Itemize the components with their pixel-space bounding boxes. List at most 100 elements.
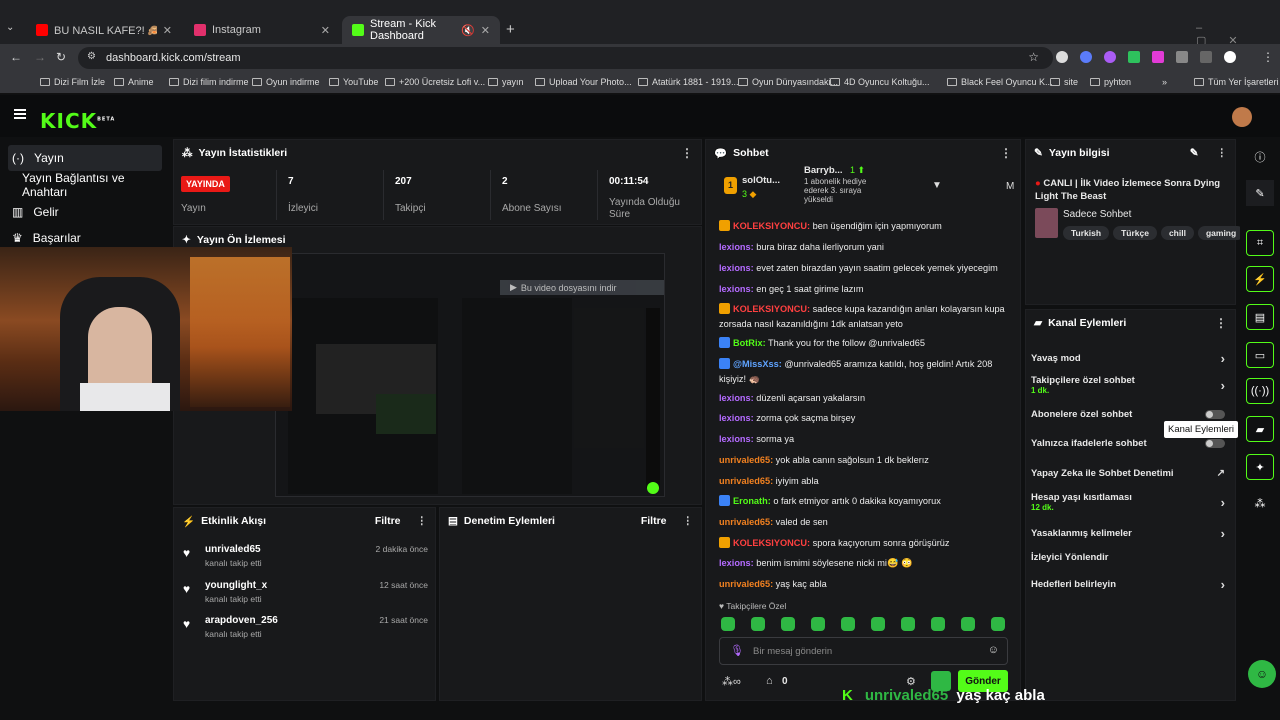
bookmarks-more-button[interactable]: » — [1162, 77, 1167, 87]
emote-icon[interactable] — [871, 617, 885, 631]
more-options-icon[interactable]: ⋮ — [681, 146, 693, 160]
emote-icon[interactable] — [961, 617, 975, 631]
emoji-icon[interactable]: ☺ — [988, 644, 999, 656]
collapse-icon[interactable]: ▼ — [932, 180, 942, 191]
chat-username[interactable]: lexions: — [719, 263, 754, 273]
emote-icon[interactable] — [901, 617, 915, 631]
bookmark-item[interactable]: Black Feel Oyuncu K... — [947, 77, 1053, 87]
browser-tab-instagram[interactable]: Instagram ✕ — [184, 16, 340, 44]
channel-action-item[interactable]: İzleyici Yönlendir — [1031, 552, 1225, 563]
browser-tab-youtube[interactable]: BU NASIL KAFE?! 🙈 Klavyeler ✕ — [26, 16, 182, 44]
microphone-icon[interactable]: 🎙 — [730, 644, 744, 657]
chat-username[interactable]: lexions: — [719, 284, 754, 294]
kick-logo[interactable]: KICKBETA — [40, 109, 115, 133]
url-field[interactable]: ⚙ dashboard.kick.com/stream ☆ — [78, 47, 1053, 69]
chat-username[interactable]: unrivaled65: — [719, 455, 773, 465]
mute-icon[interactable]: 🔇 — [461, 24, 475, 37]
chat-username[interactable]: lexions: — [719, 413, 754, 423]
gift-icon[interactable]: ⌂ — [766, 675, 773, 687]
browser-tab-kick[interactable]: Stream - Kick Dashboard 🔇 ✕ — [342, 16, 500, 44]
sidebar-item-stream-key[interactable]: Yayın Bağlantısı ve Anahtarı — [18, 171, 170, 199]
bookmark-item[interactable]: yayın — [488, 77, 524, 87]
pencil-icon[interactable]: ✎ — [1246, 180, 1274, 206]
focus-icon[interactable]: ⌗ — [1246, 230, 1274, 256]
close-icon[interactable]: ✕ — [163, 24, 172, 37]
chat-icon[interactable]: ▭ — [1246, 342, 1274, 368]
bookmark-item[interactable]: Dizi filim indirme — [169, 77, 249, 87]
subscribers-only-toggle[interactable] — [1205, 410, 1225, 419]
channel-actions-icon[interactable]: ▰ — [1246, 416, 1274, 442]
chat-username[interactable]: KOLEKSIYONCU: — [733, 221, 810, 231]
stream-preview-video[interactable]: ▶ Bu video dosyasını indir — [275, 253, 665, 497]
back-icon[interactable]: ← — [10, 50, 22, 64]
bookmark-item[interactable]: site — [1050, 77, 1078, 87]
browser-menu-icon[interactable]: ⋮ — [1262, 50, 1274, 64]
bookmark-item[interactable]: Oyun Dünyasındaki... — [738, 77, 838, 87]
chat-username[interactable]: @MissXss: — [733, 359, 782, 369]
close-icon[interactable]: ✕ — [481, 24, 490, 37]
close-icon[interactable]: ✕ — [321, 24, 330, 37]
activity-filter-button[interactable]: Filtre — [375, 515, 401, 527]
download-video-banner[interactable]: ▶ Bu video dosyasını indir — [500, 280, 664, 295]
lightning-icon[interactable]: ⚡ — [1246, 266, 1274, 292]
hamburger-menu-icon[interactable] — [14, 109, 26, 119]
moderation-filter-button[interactable]: Filtre — [641, 515, 667, 527]
channel-action-item[interactable]: Abonelere özel sohbet — [1031, 409, 1225, 420]
emote-icon[interactable] — [811, 617, 825, 631]
channel-action-item[interactable]: Yalnızca ifadelerle sohbet — [1031, 438, 1225, 449]
bookmark-item[interactable]: Anime — [114, 77, 154, 87]
chat-username[interactable]: lexions: — [719, 434, 754, 444]
channel-action-item[interactable]: Hesap yaşı kısıtlaması 12 dk. › — [1031, 492, 1225, 512]
all-bookmarks[interactable]: Tüm Yer İşaretleri — [1194, 77, 1279, 87]
chat-username[interactable]: unrivaled65: — [719, 579, 773, 589]
emote-icon[interactable] — [991, 617, 1005, 631]
sidebar-item-stream[interactable]: (·) Yayın — [8, 145, 162, 171]
wrench-icon[interactable]: ✦ — [1246, 454, 1274, 480]
more-options-icon[interactable]: ⋮ — [683, 515, 694, 527]
more-options-icon[interactable]: ⋮ — [1215, 316, 1227, 330]
chat-username[interactable]: lexions: — [719, 393, 754, 403]
share-icon[interactable]: ⁂ — [1246, 490, 1274, 516]
channel-action-item[interactable]: Takipçilere özel sohbet 1 dk. › — [1031, 375, 1225, 395]
bookmark-item[interactable]: YouTube — [329, 77, 378, 87]
support-button[interactable]: ☺ — [1248, 660, 1276, 688]
edit-icon[interactable]: ✎ — [1190, 147, 1199, 159]
channel-action-item[interactable]: Yavaş mod › — [1031, 351, 1225, 366]
more-options-icon[interactable]: ⋮ — [417, 515, 428, 527]
bookmark-item[interactable]: 4D Oyuncu Koltuğu... — [830, 77, 930, 87]
chat-username[interactable]: lexions: — [719, 242, 754, 252]
document-icon[interactable]: ▤ — [1246, 304, 1274, 330]
more-options-icon[interactable]: ⋮ — [1000, 146, 1012, 160]
bookmark-item[interactable]: +200 Ücretsiz Lofi v... — [385, 77, 485, 87]
channel-action-item[interactable]: Hedefleri belirleyin › — [1031, 577, 1225, 592]
chat-username[interactable]: KOLEKSIYONCU: — [733, 538, 810, 548]
info-icon[interactable]: ⓘ — [1246, 144, 1274, 170]
new-tab-button[interactable]: + — [506, 21, 515, 38]
more-options-icon[interactable]: ⋮ — [1217, 147, 1228, 159]
extension-icons[interactable] — [1056, 51, 1236, 63]
reload-icon[interactable]: ↻ — [56, 50, 66, 64]
bookmark-item[interactable]: pyhton — [1090, 77, 1131, 87]
chat-input[interactable]: 🎙 Bir mesaj gönderin ☺ — [719, 637, 1008, 665]
bookmark-item[interactable]: Upload Your Photo... — [535, 77, 632, 87]
bookmark-item[interactable]: Dizi Film İzle — [40, 77, 105, 87]
site-info-icon[interactable]: ⚙ — [87, 51, 96, 62]
user-avatar[interactable] — [1232, 107, 1252, 127]
chat-username[interactable]: BotRix: — [733, 338, 766, 348]
emotes-only-toggle[interactable] — [1205, 439, 1225, 448]
bookmark-item[interactable]: Atatürk 1881 - 1919... — [638, 77, 739, 87]
infinity-icon[interactable]: ⁂∞ — [722, 675, 741, 688]
forward-icon[interactable]: → — [34, 50, 46, 64]
broadcast-icon[interactable]: ((·)) — [1246, 378, 1274, 404]
chat-username[interactable]: unrivaled65: — [719, 517, 773, 527]
emote-icon[interactable] — [931, 617, 945, 631]
chat-username[interactable]: lexions: — [719, 558, 754, 568]
bookmark-item[interactable]: Oyun indirme — [252, 77, 320, 87]
emote-icon[interactable] — [751, 617, 765, 631]
chat-username[interactable]: Eronath: — [733, 496, 771, 506]
chat-username[interactable]: unrivaled65: — [719, 476, 773, 486]
sidebar-item-revenue[interactable]: ▥ Gelir — [8, 199, 59, 225]
chat-username[interactable]: KOLEKSIYONCU: — [733, 304, 810, 314]
emote-icon[interactable] — [841, 617, 855, 631]
emote-icon[interactable] — [721, 617, 735, 631]
